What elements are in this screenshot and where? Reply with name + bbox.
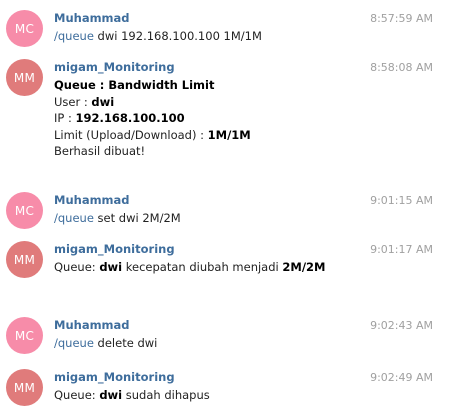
message-line: Queue: dwi sudah dihapus xyxy=(54,387,210,404)
timestamp: 9:02:49 AM xyxy=(370,371,433,384)
bold-text: dwi xyxy=(91,94,115,109)
sender-name[interactable]: migam_Monitoring xyxy=(54,242,175,256)
avatar[interactable]: MM xyxy=(6,59,43,96)
message-text: Queue: dwi kecepatan diubah menjadi 2M/2… xyxy=(54,259,325,276)
text: set dwi 2M/2M xyxy=(93,211,181,225)
bot-command-link[interactable]: /queue xyxy=(54,211,94,225)
text: IP : xyxy=(54,111,76,125)
timestamp: 9:02:43 AM xyxy=(370,319,433,332)
message-line: Limit (Upload/Download) : 1M/1M xyxy=(54,127,251,144)
message-text: /queue dwi 192.168.100.100 1M/1M xyxy=(54,28,262,45)
message-line: IP : 192.168.100.100 xyxy=(54,110,251,127)
text: kecepatan diubah menjadi xyxy=(122,260,283,274)
bold-text: dwi xyxy=(99,260,123,274)
text: delete dwi xyxy=(93,336,158,350)
timestamp: 8:58:08 AM xyxy=(370,61,433,74)
message-line: /queue delete dwi xyxy=(54,335,157,352)
timestamp: 9:01:15 AM xyxy=(370,194,433,207)
message-text: /queue set dwi 2M/2M xyxy=(54,210,181,227)
message-text: Queue : Bandwidth Limit User : dwi IP : 19… xyxy=(54,77,251,160)
bold-text: 192.168.100.100 xyxy=(75,111,185,125)
bold-text: dwi xyxy=(99,388,123,402)
avatar[interactable]: MM xyxy=(6,369,43,406)
bold-text: Queue : Bandwidth Limit xyxy=(54,78,215,92)
avatar[interactable]: MC xyxy=(6,10,43,47)
message-line: Queue: dwi kecepatan diubah menjadi 2M/2… xyxy=(54,259,325,276)
text: User : xyxy=(54,94,92,109)
bold-text: 2M/2M xyxy=(282,260,326,274)
avatar[interactable]: MC xyxy=(6,317,43,354)
text: Queue: xyxy=(54,388,100,402)
message-line: User : dwi xyxy=(54,94,251,111)
message-text: Queue: dwi sudah dihapus xyxy=(54,387,210,404)
text: Berhasil dibuat! xyxy=(54,144,146,158)
sender-name[interactable]: Muhammad xyxy=(54,318,130,332)
message-text: /queue delete dwi xyxy=(54,335,157,352)
bot-command-link[interactable]: /queue xyxy=(54,29,94,43)
sender-name[interactable]: Muhammad xyxy=(54,193,130,207)
message-line: /queue set dwi 2M/2M xyxy=(54,210,181,227)
sender-name[interactable]: migam_Monitoring xyxy=(54,370,175,384)
avatar[interactable]: MC xyxy=(6,192,43,229)
avatar[interactable]: MM xyxy=(6,241,43,278)
timestamp: 8:57:59 AM xyxy=(370,12,433,25)
text: sudah dihapus xyxy=(122,388,210,402)
sender-name[interactable]: migam_Monitoring xyxy=(54,60,175,74)
text: Queue: xyxy=(54,260,100,274)
text: Limit (Upload/Download) : xyxy=(54,127,208,142)
message-line: Queue : Bandwidth Limit xyxy=(54,77,251,94)
bot-command-link[interactable]: /queue xyxy=(54,336,94,350)
timestamp: 9:01:17 AM xyxy=(370,243,433,256)
message-line: Berhasil dibuat! xyxy=(54,143,251,160)
message-line: /queue dwi 192.168.100.100 1M/1M xyxy=(54,28,262,45)
text: dwi 192.168.100.100 1M/1M xyxy=(93,29,262,43)
sender-name[interactable]: Muhammad xyxy=(54,11,130,25)
bold-text: 1M/1M xyxy=(207,127,251,142)
